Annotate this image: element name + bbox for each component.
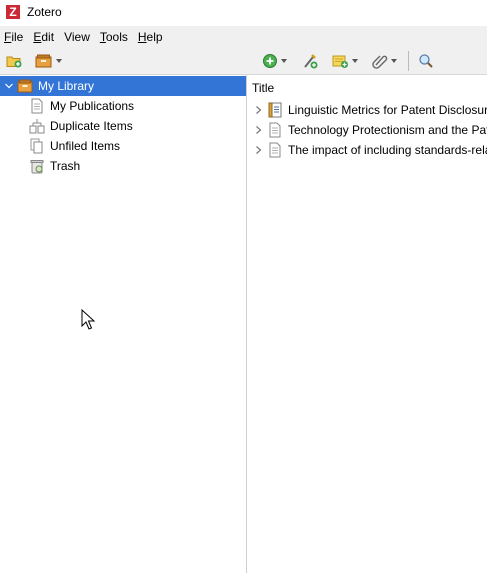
sidebar-item-duplicate-items[interactable]: Duplicate Items — [0, 116, 246, 136]
new-library-button[interactable] — [35, 52, 62, 70]
new-note-icon — [332, 55, 348, 68]
duplicates-icon — [29, 119, 45, 134]
new-item-button[interactable] — [262, 52, 287, 70]
document-icon — [269, 122, 281, 138]
sidebar-item-my-library[interactable]: My Library — [0, 76, 246, 96]
add-by-identifier-button[interactable] — [302, 52, 319, 70]
sidebar-item-label: Trash — [50, 159, 81, 173]
chevron-down-icon — [281, 59, 287, 63]
sidebar-item-label: Duplicate Items — [50, 119, 133, 133]
chevron-right-icon[interactable] — [254, 125, 263, 135]
search-icon — [419, 54, 433, 68]
menu-file[interactable]: File — [0, 26, 28, 48]
collections-pane: My Library My Publications Duplicate Ite… — [0, 75, 247, 573]
menu-tools[interactable]: Tools — [95, 26, 133, 48]
menu-tools-label: ools — [105, 30, 128, 44]
chevron-down-icon — [352, 59, 358, 63]
toolbar — [0, 48, 487, 75]
sidebar-item-label: My Library — [38, 79, 95, 93]
book-icon — [268, 102, 282, 118]
sidebar-item-my-publications[interactable]: My Publications — [0, 96, 246, 116]
sidebar-item-trash[interactable]: Trash — [0, 156, 246, 176]
new-item-icon — [263, 54, 277, 68]
new-collection-button[interactable] — [6, 52, 23, 70]
attach-button[interactable] — [372, 52, 397, 70]
menu-bar: File Edit View Tools Help — [0, 26, 487, 48]
add-by-identifier-icon — [304, 54, 318, 69]
library-icon — [17, 79, 33, 93]
menu-help-label: elp — [146, 30, 163, 44]
document-icon — [269, 142, 281, 158]
search-button[interactable] — [418, 52, 434, 70]
menu-edit[interactable]: Edit — [28, 26, 59, 48]
column-header-title[interactable]: Title — [247, 75, 487, 101]
sidebar-item-unfiled-items[interactable]: Unfiled Items — [0, 136, 246, 156]
menu-edit-label: dit — [41, 30, 55, 44]
title-bar: Z Zotero — [0, 0, 487, 24]
item-title: The impact of including standards-relate… — [288, 143, 487, 157]
menu-help[interactable]: Help — [133, 26, 168, 48]
chevron-right-icon[interactable] — [254, 145, 263, 155]
sidebar-item-label: My Publications — [50, 99, 135, 113]
chevron-down-icon[interactable] — [4, 81, 14, 91]
new-collection-icon — [6, 56, 22, 68]
column-header-label: Title — [252, 81, 275, 95]
table-row[interactable]: Linguistic Metrics for Patent Disclosure — [247, 100, 487, 120]
table-row[interactable]: Technology Protectionism and the Patent — [247, 120, 487, 140]
attach-icon — [372, 55, 388, 69]
menu-file-label: ile — [11, 30, 24, 44]
trash-icon — [30, 160, 44, 174]
chevron-down-icon — [56, 59, 62, 63]
menu-help-accel: H — [137, 30, 147, 44]
sidebar-item-label: Unfiled Items — [50, 139, 121, 153]
new-library-icon — [35, 54, 52, 68]
chevron-right-icon[interactable] — [254, 105, 263, 115]
menu-view-label: View — [64, 30, 90, 44]
mouse-cursor-icon — [81, 309, 95, 330]
item-title: Linguistic Metrics for Patent Disclosure — [288, 103, 487, 117]
new-note-button[interactable] — [332, 52, 358, 70]
unfiled-icon — [30, 138, 43, 154]
chevron-down-icon — [391, 59, 397, 63]
menu-view[interactable]: View — [59, 26, 95, 48]
toolbar-divider — [408, 51, 409, 71]
zotero-logo-icon: Z — [6, 5, 20, 19]
window-title: Zotero — [27, 5, 62, 19]
item-title: Technology Protectionism and the Patent — [288, 123, 487, 137]
table-row[interactable]: The impact of including standards-relate… — [247, 140, 487, 160]
items-pane: Title Linguistic Metrics for Patent Disc… — [247, 75, 487, 573]
publications-icon — [31, 98, 43, 114]
